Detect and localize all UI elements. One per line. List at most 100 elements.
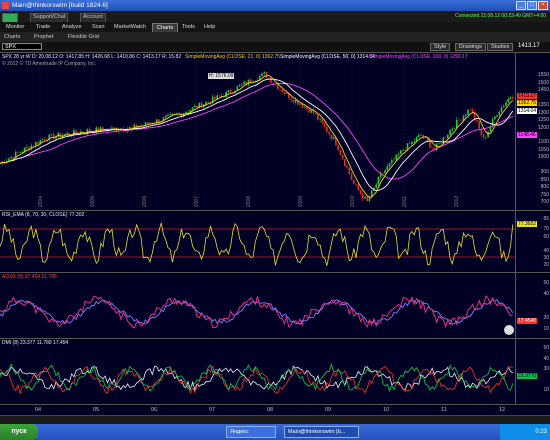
candle-body bbox=[19, 152, 21, 154]
candle-body bbox=[391, 160, 393, 164]
candle-body bbox=[366, 196, 369, 202]
dmi-panel[interactable]: DMI (8) 23.377 11.789 17.454 bbox=[0, 338, 515, 405]
candle-body bbox=[424, 137, 427, 139]
rsi-header: RSI_EMA (8, 70, 30, CLOSE) 77.302 bbox=[2, 212, 85, 218]
rsi-tick: 60 bbox=[543, 233, 549, 240]
year-label: 2009 bbox=[298, 196, 304, 207]
candle-body bbox=[314, 112, 317, 115]
adx-panel[interactable]: ADXR (8) 17.454 21.785 bbox=[0, 272, 515, 339]
time-axis-label: 10 bbox=[383, 407, 390, 413]
candle-body bbox=[225, 91, 227, 98]
candle-body bbox=[146, 122, 149, 124]
tab-analyze[interactable]: Analyze bbox=[58, 23, 86, 31]
price-panel[interactable]: 2004 2005 2006 2007 2008 2009 2010 2011 2012 SPX… bbox=[0, 52, 515, 211]
subtab-prophet[interactable]: Prophet bbox=[34, 33, 53, 41]
candle-body bbox=[400, 150, 402, 155]
drawings-button[interactable]: Drawings bbox=[455, 43, 486, 51]
tab-marketwatch[interactable]: MarketWatch bbox=[110, 23, 150, 31]
candle-body bbox=[355, 183, 357, 185]
candle-body bbox=[243, 81, 245, 85]
dmi-value-tag: 23.3770 bbox=[517, 373, 538, 380]
price-tick: 1250 bbox=[537, 117, 549, 124]
candle-body bbox=[503, 105, 505, 108]
rsi-axis: 85 70 60 40 30 20 77.3022 bbox=[515, 210, 550, 273]
time-axis-label: 08 bbox=[267, 407, 274, 413]
adx-tick: 10 bbox=[543, 326, 549, 333]
rsi-panel[interactable]: RSI_EMA (8, 70, 30, CLOSE) 77.302 bbox=[0, 210, 515, 273]
candle-body bbox=[447, 134, 449, 138]
close-button[interactable]: × bbox=[538, 1, 548, 10]
year-label: 2011 bbox=[402, 196, 408, 207]
candle-body bbox=[384, 170, 386, 174]
minimize-button[interactable]: _ bbox=[516, 1, 526, 10]
maximize-button[interactable]: □ bbox=[527, 1, 537, 10]
candle-body bbox=[32, 145, 35, 147]
candle-body bbox=[75, 130, 77, 134]
tab-monitor[interactable]: Monitor bbox=[2, 23, 28, 31]
candle-body bbox=[191, 107, 194, 110]
rsi-tick: 70 bbox=[543, 226, 549, 233]
candle-body bbox=[467, 109, 469, 115]
rsi-tick: 30 bbox=[543, 255, 549, 262]
candle-body bbox=[144, 122, 147, 126]
start-button[interactable]: пуск bbox=[0, 424, 38, 440]
sma50-line bbox=[0, 78, 514, 192]
cursor-circle-icon bbox=[504, 325, 514, 335]
candle-body bbox=[352, 179, 355, 184]
candle-body bbox=[17, 152, 19, 153]
candle-body bbox=[299, 104, 301, 105]
time-axis-label: 07 bbox=[209, 407, 216, 413]
candle-body bbox=[261, 73, 263, 76]
taskbar-item-thinkorswim[interactable]: Main@thinkorswim [b... bbox=[284, 426, 359, 438]
sma100-label: SimpleMovingAvg (CLOSE, 100, 0) 1290.17 bbox=[370, 54, 468, 60]
candle-body bbox=[285, 93, 288, 94]
rsi-chart bbox=[0, 222, 515, 266]
clock: 0:23 bbox=[535, 429, 547, 435]
tab-charts[interactable]: Charts bbox=[152, 23, 179, 32]
tab-scan[interactable]: Scan bbox=[88, 23, 109, 31]
time-axis-label: 06 bbox=[151, 407, 158, 413]
system-tray: 0:23 bbox=[500, 424, 550, 440]
candle-body bbox=[408, 143, 411, 144]
candle-body bbox=[404, 150, 407, 151]
dmi-tick: 30 bbox=[543, 366, 549, 373]
studies-button[interactable]: Studies bbox=[487, 43, 514, 51]
candle-body bbox=[397, 154, 400, 155]
candle-body bbox=[420, 134, 422, 136]
adx-tick: 40 bbox=[543, 291, 549, 298]
price-tag: 1314.04 bbox=[517, 107, 538, 114]
candle-body bbox=[131, 126, 133, 128]
subtab-charts[interactable]: Charts bbox=[4, 33, 20, 41]
candle-body bbox=[337, 144, 339, 151]
tab-tools[interactable]: Tools bbox=[178, 23, 199, 31]
candle-body bbox=[348, 167, 351, 175]
candle-body bbox=[511, 97, 514, 99]
candle-body bbox=[509, 97, 512, 99]
candle-body bbox=[187, 111, 189, 113]
candle-body bbox=[469, 109, 472, 111]
candle-body bbox=[496, 115, 498, 117]
candle-body bbox=[310, 109, 313, 113]
candle-body bbox=[332, 137, 335, 140]
candle-body bbox=[339, 150, 342, 155]
symbol-input[interactable]: SPX bbox=[2, 43, 42, 50]
tab-trade[interactable]: Trade bbox=[32, 23, 54, 31]
time-axis-label: 12 bbox=[499, 407, 506, 413]
candle-body bbox=[133, 124, 136, 127]
candle-body bbox=[216, 95, 218, 99]
subtab-flexible-grid[interactable]: Flexible Grid bbox=[68, 33, 99, 41]
candle-body bbox=[308, 108, 310, 113]
candle-body bbox=[272, 82, 274, 84]
adx-tick: 50 bbox=[543, 279, 549, 286]
candle-body bbox=[395, 154, 398, 160]
candle-body bbox=[317, 114, 319, 120]
price-tick: 850 bbox=[540, 176, 549, 183]
style-button[interactable]: Style bbox=[430, 43, 451, 51]
candle-body bbox=[485, 136, 487, 138]
candle-body bbox=[43, 139, 46, 140]
adx-chart bbox=[0, 295, 514, 335]
dmi-chart bbox=[0, 362, 514, 395]
candle-body bbox=[185, 112, 187, 114]
taskbar-item-yandex[interactable]: Яндекс bbox=[226, 426, 276, 438]
tab-help[interactable]: Help bbox=[200, 23, 219, 31]
